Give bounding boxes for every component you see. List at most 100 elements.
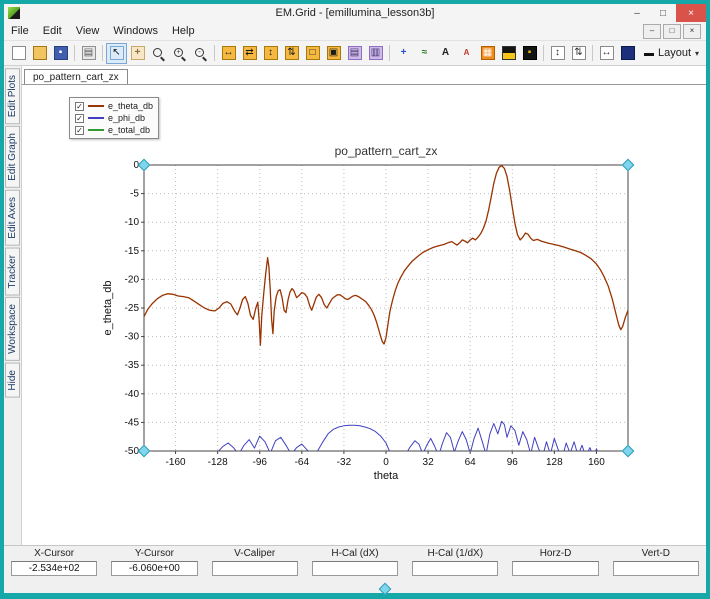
mdi-close-button[interactable]: × [683, 23, 701, 39]
document-tab-strip: po_pattern_cart_zx [22, 66, 706, 85]
mdi-minimize-button[interactable]: – [643, 23, 661, 39]
status-value-y-cursor: -6.060e+00 [111, 561, 198, 576]
colormap-icon [501, 46, 516, 60]
line-swatch-icon [620, 46, 635, 60]
zoom-xy-button[interactable]: ▣ [323, 43, 344, 64]
image-plot-button[interactable]: ▦ [477, 43, 498, 64]
restore-button[interactable]: □ [650, 4, 676, 22]
print-button[interactable]: ▤ [78, 43, 99, 64]
plus-marker-icon: + [400, 47, 407, 58]
status-label-x-cursor: X-Cursor [34, 548, 75, 559]
colormap-button[interactable] [498, 43, 519, 64]
zoom-x-icon: ⇄ [242, 46, 257, 60]
status-value-horz-d [512, 561, 599, 576]
close-button[interactable]: × [676, 4, 706, 22]
small-text-icon: A [463, 48, 470, 57]
side-tab-edit-graph[interactable]: Edit Graph [5, 126, 20, 189]
zoom-x-button[interactable]: ⇄ [239, 43, 260, 64]
new-document-button[interactable] [8, 43, 29, 64]
side-tab-hide[interactable]: Hide [5, 363, 20, 398]
svg-text:-128: -128 [208, 457, 228, 468]
svg-text:-45: -45 [125, 417, 140, 428]
legend-label: e_phi_db [108, 113, 146, 123]
pan-button[interactable]: + [127, 43, 148, 64]
legend-item: ✓ e_total_db [75, 124, 153, 136]
fit-frame-v-button[interactable]: ⇅ [568, 43, 589, 64]
menu-help[interactable]: Help [165, 23, 202, 39]
thick-line-icon: ▬ [644, 47, 654, 59]
status-label-horz-d: Horz-D [539, 548, 572, 559]
zoom-y-button[interactable]: ⇅ [281, 43, 302, 64]
side-tab-workspace[interactable]: Workspace [5, 297, 20, 362]
svg-text:128: 128 [546, 457, 563, 468]
svg-text:theta: theta [374, 470, 399, 482]
status-label-v-caliper: V-Caliper [234, 548, 276, 559]
status-label-y-cursor: Y-Cursor [134, 548, 174, 559]
layout-dropdown-button[interactable]: ▬ Layout ▾ [638, 45, 705, 61]
menu-view[interactable]: View [69, 23, 107, 39]
menu-file[interactable]: File [4, 23, 36, 39]
status-value-vert-d [612, 561, 699, 576]
side-tab-edit-plots[interactable]: Edit Plots [5, 68, 20, 125]
new-table-button[interactable]: ▥ [365, 43, 386, 64]
svg-text:-25: -25 [125, 303, 140, 314]
open-folder-icon [32, 46, 47, 60]
select-cursor-button[interactable]: ↖ [106, 42, 127, 64]
legend-label: e_total_db [108, 125, 151, 135]
zoom-out-button[interactable]: - [190, 43, 211, 64]
svg-text:-5: -5 [130, 189, 139, 200]
legend-checkbox[interactable]: ✓ [75, 113, 84, 123]
side-tab-tracker[interactable]: Tracker [5, 247, 20, 296]
toolbar-separator [389, 45, 390, 61]
menu-edit[interactable]: Edit [36, 23, 69, 39]
full-scale-y-icon: ↕ [263, 46, 278, 60]
expand-frame-h-button[interactable]: ↔ [596, 43, 617, 64]
density-plot-icon: ▪ [522, 46, 537, 60]
menu-windows[interactable]: Windows [106, 23, 165, 39]
add-curve-button[interactable]: ≈ [414, 43, 435, 64]
new-graph-button[interactable]: ▤ [344, 43, 365, 64]
chart-canvas[interactable]: -160 -128 -96 -64 -32 0 32 64 96 128 1600-5-10-15-… [22, 84, 706, 545]
printer-icon: ▤ [81, 46, 96, 60]
document-tab[interactable]: po_pattern_cart_zx [24, 69, 128, 84]
svg-text:32: 32 [423, 457, 435, 468]
open-button[interactable] [29, 43, 50, 64]
add-marker-button[interactable]: + [393, 43, 414, 64]
legend-item: ✓ e_phi_db [75, 112, 153, 124]
svg-text:-96: -96 [253, 457, 268, 468]
side-tab-edit-axes[interactable]: Edit Axes [5, 190, 20, 246]
line-style-button[interactable] [617, 43, 638, 64]
chart-legend: ✓ e_theta_db ✓ e_phi_db ✓ e_total_db [69, 97, 160, 139]
bottom-strip [4, 580, 706, 593]
density-plot-button[interactable]: ▪ [519, 43, 540, 64]
svg-text:-40: -40 [125, 389, 140, 400]
series-e-theta-db [144, 165, 628, 346]
add-text-button[interactable]: A [435, 43, 456, 64]
add-annotation-button[interactable]: A [456, 43, 477, 64]
save-button[interactable]: ▪ [50, 43, 71, 64]
zoom-in-icon: + [173, 47, 186, 60]
minimize-button[interactable]: – [624, 4, 650, 22]
image-plot-icon: ▦ [480, 46, 495, 60]
zoom-y-icon: ⇅ [284, 46, 299, 60]
status-value-h-cal-dx [311, 561, 399, 576]
frame-expand-h-icon: ↔ [599, 46, 614, 60]
svg-text:e_theta_db: e_theta_db [102, 280, 114, 335]
legend-checkbox[interactable]: ✓ [75, 101, 84, 111]
legend-checkbox[interactable]: ✓ [75, 125, 84, 135]
full-scale-x-button[interactable]: ↔ [218, 43, 239, 64]
zoom-window-button[interactable] [148, 43, 169, 64]
full-scale-y-button[interactable]: ↕ [260, 43, 281, 64]
main-area: Edit Plots Edit Graph Edit Axes Tracker Work… [4, 66, 706, 545]
status-label-vert-d: Vert-D [641, 548, 670, 559]
zoom-in-button[interactable]: + [169, 43, 190, 64]
legend-label: e_theta_db [108, 101, 154, 111]
status-values: -2.534e+02 -6.060e+00 [4, 561, 706, 578]
status-value-x-cursor: -2.534e+02 [11, 561, 98, 576]
chevron-down-icon: ▾ [695, 48, 700, 58]
expand-frame-v-button[interactable]: ↕ [547, 43, 568, 64]
mdi-restore-button[interactable]: □ [663, 23, 681, 39]
window-controls: – □ × [624, 4, 706, 22]
status-label-h-cal-1-dx: H-Cal (1/dX) [427, 548, 484, 559]
full-scale-xy-button[interactable]: □ [302, 43, 323, 64]
